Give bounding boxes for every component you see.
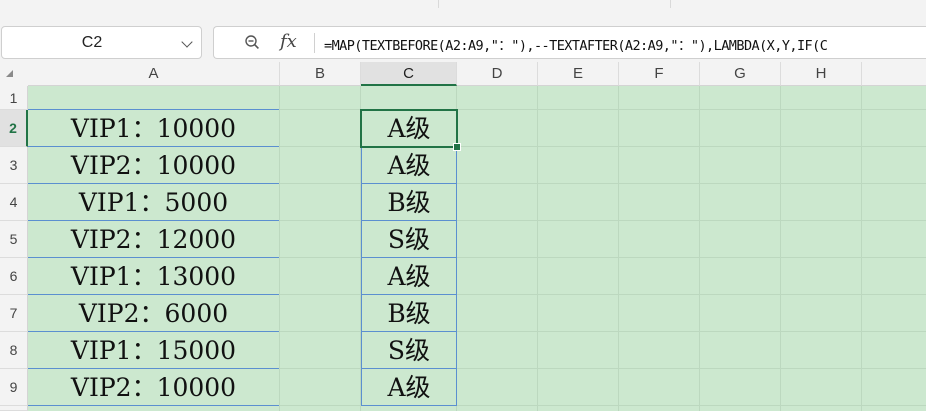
name-box-value: C2 [81, 34, 103, 51]
row-header-2[interactable]: 2 [0, 110, 28, 147]
row-header-5[interactable]: 5 [0, 221, 28, 258]
cell-c5[interactable]: S级 [361, 221, 457, 258]
cell-a7[interactable]: VIP2：6000 [28, 295, 279, 332]
cell-c9[interactable]: A级 [361, 369, 457, 406]
column-header-next[interactable] [862, 62, 926, 86]
cell-c2[interactable]: A级 [361, 109, 457, 147]
cell-c7[interactable]: B级 [361, 295, 457, 332]
row-header-7[interactable]: 7 [0, 295, 28, 332]
formula-bar-row: C2 fx =MAP(TEXTBEFORE(A2:A9,"："),--TEXTA… [0, 8, 926, 62]
column-header-d[interactable]: D [457, 62, 538, 86]
spreadsheet-grid: A B C D E F G H 1 2 3 4 5 6 7 8 9 VIP1：1… [0, 62, 926, 411]
column-header-h[interactable]: H [781, 62, 862, 86]
cell-a2[interactable]: VIP1：10000 [28, 109, 279, 147]
toolbar-divider [670, 0, 671, 8]
gridline [279, 86, 280, 411]
column-header-b[interactable]: B [280, 62, 361, 86]
row-header-9[interactable]: 9 [0, 369, 28, 406]
zoom-out-icon[interactable] [245, 35, 259, 49]
row-header-8[interactable]: 8 [0, 332, 28, 369]
row-header-4[interactable]: 4 [0, 184, 28, 221]
gridline [861, 86, 862, 411]
name-box[interactable]: C2 [1, 26, 202, 59]
gridline [537, 86, 538, 411]
cell-a5[interactable]: VIP2：12000 [28, 221, 279, 258]
select-all-icon [6, 70, 13, 77]
formula-divider [314, 33, 315, 53]
toolbar-divider [438, 0, 439, 8]
cell-a8[interactable]: VIP1：15000 [28, 332, 279, 369]
cell-a4[interactable]: VIP1：5000 [28, 184, 279, 221]
row-header-3[interactable]: 3 [0, 147, 28, 184]
column-header-g[interactable]: G [700, 62, 781, 86]
formula-text[interactable]: =MAP(TEXTBEFORE(A2:A9,"："),--TEXTAFTER(A… [324, 34, 828, 54]
cell-c4[interactable]: B级 [361, 184, 457, 221]
column-header-a[interactable]: A [28, 62, 280, 86]
column-header-e[interactable]: E [538, 62, 619, 86]
gridline [780, 86, 781, 411]
formula-input[interactable]: fx =MAP(TEXTBEFORE(A2:A9,"："),--TEXTAFTE… [213, 26, 926, 59]
cell-a3[interactable]: VIP2：10000 [28, 147, 279, 184]
cell-c3[interactable]: A级 [361, 147, 457, 184]
cell-a6[interactable]: VIP1：13000 [28, 258, 279, 295]
fill-handle[interactable] [453, 143, 461, 151]
select-all-corner[interactable] [0, 62, 28, 86]
chevron-down-icon[interactable] [181, 36, 193, 48]
gridline [618, 86, 619, 411]
cell-c6[interactable]: A级 [361, 258, 457, 295]
gridline [699, 86, 700, 411]
column-header-f[interactable]: F [619, 62, 700, 86]
column-header-c[interactable]: C [361, 62, 457, 86]
row-header-6[interactable]: 6 [0, 258, 28, 295]
row-header-1[interactable]: 1 [0, 86, 28, 110]
cell-a9[interactable]: VIP2：10000 [28, 369, 279, 406]
cell-c8[interactable]: S级 [361, 332, 457, 369]
row-header-10[interactable] [0, 406, 28, 411]
function-icon[interactable]: fx [280, 31, 297, 52]
cell-area[interactable]: VIP1：10000 VIP2：10000 VIP1：5000 VIP2：120… [28, 86, 926, 411]
